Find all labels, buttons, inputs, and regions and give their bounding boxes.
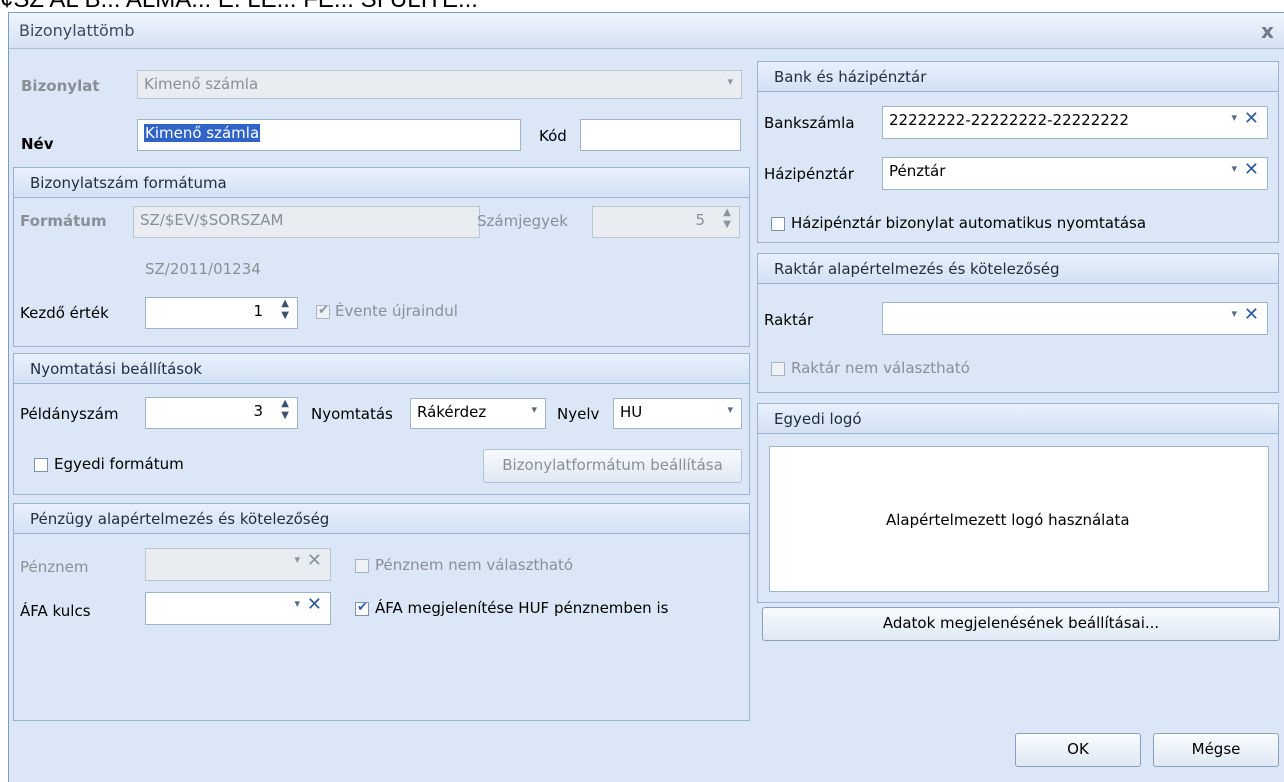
bizonylat-label: Bizonylat (21, 77, 100, 95)
auto-print-checkbox[interactable] (771, 217, 785, 231)
spinner-arrows-icon[interactable]: ▲ ▼ (281, 298, 289, 322)
kod-label: Kód (539, 127, 567, 145)
cashbox-label: Házipénztár (764, 165, 854, 183)
bizonylat-select: Kimenő számla ▾ (137, 70, 742, 99)
digits-label: Számjegyek (477, 212, 568, 230)
custom-format-checkbox[interactable] (34, 458, 48, 472)
lang-value: HU (620, 403, 643, 421)
logo-box[interactable]: Alapértelmezett logó használata (769, 446, 1269, 592)
print-panel: Nyomtatási beállítások Példányszám 3 ▲ ▼ … (13, 353, 750, 495)
format-value: SZ/$EV/$SORSZAM (140, 211, 284, 229)
stock-select[interactable]: ▾ ✕ (882, 302, 1268, 335)
start-label: Kezdő érték (20, 304, 109, 322)
print-label: Nyomtatás (311, 405, 393, 423)
clipped-text: ¢SZ AL B... ALMA... E. LE... FE... SI ÜL… (0, 0, 478, 12)
stock-lock-checkbox (771, 362, 785, 376)
start-spinner[interactable]: 1 ▲ ▼ (145, 297, 298, 329)
digits-spinner: 5 ▲ ▼ (592, 206, 740, 238)
chevron-down-icon[interactable]: ▾ (531, 403, 537, 416)
dialog-window: Bizonylattömb x Bizonylat Kimenő számla … (8, 12, 1284, 782)
account-label: Bankszámla (764, 114, 855, 132)
cancel-button[interactable]: Mégse (1153, 733, 1279, 767)
lang-select[interactable]: HU ▾ (613, 398, 742, 429)
cashbox-select[interactable]: Pénztár ▾ ✕ (882, 157, 1268, 190)
close-icon[interactable]: x (1261, 19, 1274, 43)
clear-x-icon[interactable]: ✕ (1244, 159, 1259, 180)
kod-input[interactable] (580, 119, 741, 151)
title-bar[interactable]: Bizonylattömb x (9, 13, 1284, 49)
currency-select: ▾ ✕ (145, 548, 331, 581)
checkmark-icon: ✔ (357, 600, 368, 615)
cashbox-value: Pénztár (889, 162, 946, 180)
chevron-down-icon[interactable]: ▾ (1231, 307, 1237, 320)
logo-panel: Egyedi logó Alapértelmezett logó használ… (757, 403, 1279, 603)
custom-format-label: Egyedi formátum (54, 455, 184, 473)
nev-input[interactable]: Kimenő számla (137, 119, 521, 151)
stock-label: Raktár (764, 311, 814, 329)
clear-x-icon[interactable]: ✕ (1244, 304, 1259, 325)
ok-button[interactable]: OK (1015, 733, 1141, 767)
copies-value: 3 (253, 402, 263, 420)
spinner-arrows-icon: ▲ ▼ (723, 207, 731, 230)
stock-panel-title: Raktár alapértelmezés és kötelezőség (758, 254, 1278, 284)
clear-x-icon[interactable]: ✕ (1244, 108, 1259, 129)
format-label: Formátum (20, 212, 107, 230)
lang-label: Nyelv (557, 405, 600, 423)
chevron-down-icon[interactable]: ▾ (1231, 162, 1237, 175)
auto-print-label: Házipénztár bizonylat automatikus nyomta… (791, 214, 1147, 232)
account-value: 22222222-22222222-22222222 (889, 111, 1129, 129)
print-panel-title: Nyomtatási beállítások (14, 354, 749, 384)
format-settings-button: Bizonylatformátum beállítása (483, 449, 742, 483)
digits-value: 5 (695, 211, 705, 229)
bizonylat-value: Kimenő számla (144, 75, 259, 93)
yearly-reset-label: Évente újraindul (335, 302, 458, 320)
currency-label: Pénznem (20, 558, 89, 576)
bank-panel-title: Bank és házipénztár (758, 62, 1278, 92)
stock-panel: Raktár alapértelmezés és kötelezőség Rak… (757, 253, 1279, 393)
stock-lock-label: Raktár nem választható (791, 359, 970, 377)
format-panel-title: Bizonylatszám formátuma (14, 168, 749, 198)
format-panel: Bizonylatszám formátuma Formátum SZ/$EV/… (13, 167, 750, 347)
display-settings-button[interactable]: Adatok megjelenésének beállításai... (762, 607, 1280, 641)
vat-label: ÁFA kulcs (20, 602, 91, 620)
vat-huf-label: ÁFA megjelenítése HUF pénznemben is (375, 599, 669, 617)
vat-select[interactable]: ▾ ✕ (145, 592, 331, 625)
currency-lock-label: Pénznem nem választható (375, 556, 574, 574)
start-value: 1 (253, 302, 263, 320)
yearly-reset-checkbox: ✔ (316, 303, 330, 319)
format-preview: SZ/2011/01234 (145, 260, 261, 278)
chevron-down-icon[interactable]: ▾ (294, 597, 300, 610)
vat-huf-checkbox[interactable]: ✔ (355, 600, 369, 616)
chevron-down-icon[interactable]: ▾ (727, 403, 733, 416)
spinner-arrows-icon[interactable]: ▲ ▼ (281, 398, 289, 422)
finance-panel: Pénzügy alapértelmezés és kötelezőség Pé… (13, 503, 750, 721)
window-title: Bizonylattömb (19, 21, 135, 40)
background-window-text: ¢SZ AL B... ALMA... E. LE... FE... SI ÜL… (0, 0, 1284, 12)
clear-x-icon[interactable]: ✕ (307, 594, 322, 615)
account-select[interactable]: 22222222-22222222-22222222 ▾ ✕ (882, 106, 1268, 139)
nev-label: Név (21, 135, 54, 153)
print-value: Rákérdez (417, 403, 487, 421)
logo-placeholder: Alapértelmezett logó használata (886, 511, 1130, 529)
nev-value: Kimenő számla (144, 124, 261, 142)
clear-x-icon: ✕ (306, 550, 322, 571)
copies-spinner[interactable]: 3 ▲ ▼ (145, 397, 298, 429)
chevron-down-icon[interactable]: ▾ (1231, 111, 1237, 124)
checkmark-icon: ✔ (318, 303, 329, 318)
logo-panel-title: Egyedi logó (758, 404, 1278, 434)
bank-panel: Bank és házipénztár Bankszámla 22222222-… (757, 61, 1279, 243)
print-select[interactable]: Rákérdez ▾ (410, 398, 546, 429)
chevron-down-icon: ▾ (727, 75, 733, 88)
copies-label: Példányszám (20, 405, 119, 423)
finance-panel-title: Pénzügy alapértelmezés és kötelezőség (14, 504, 749, 534)
currency-lock-checkbox (355, 559, 369, 573)
chevron-down-icon: ▾ (294, 553, 300, 566)
format-input: SZ/$EV/$SORSZAM (133, 206, 480, 238)
